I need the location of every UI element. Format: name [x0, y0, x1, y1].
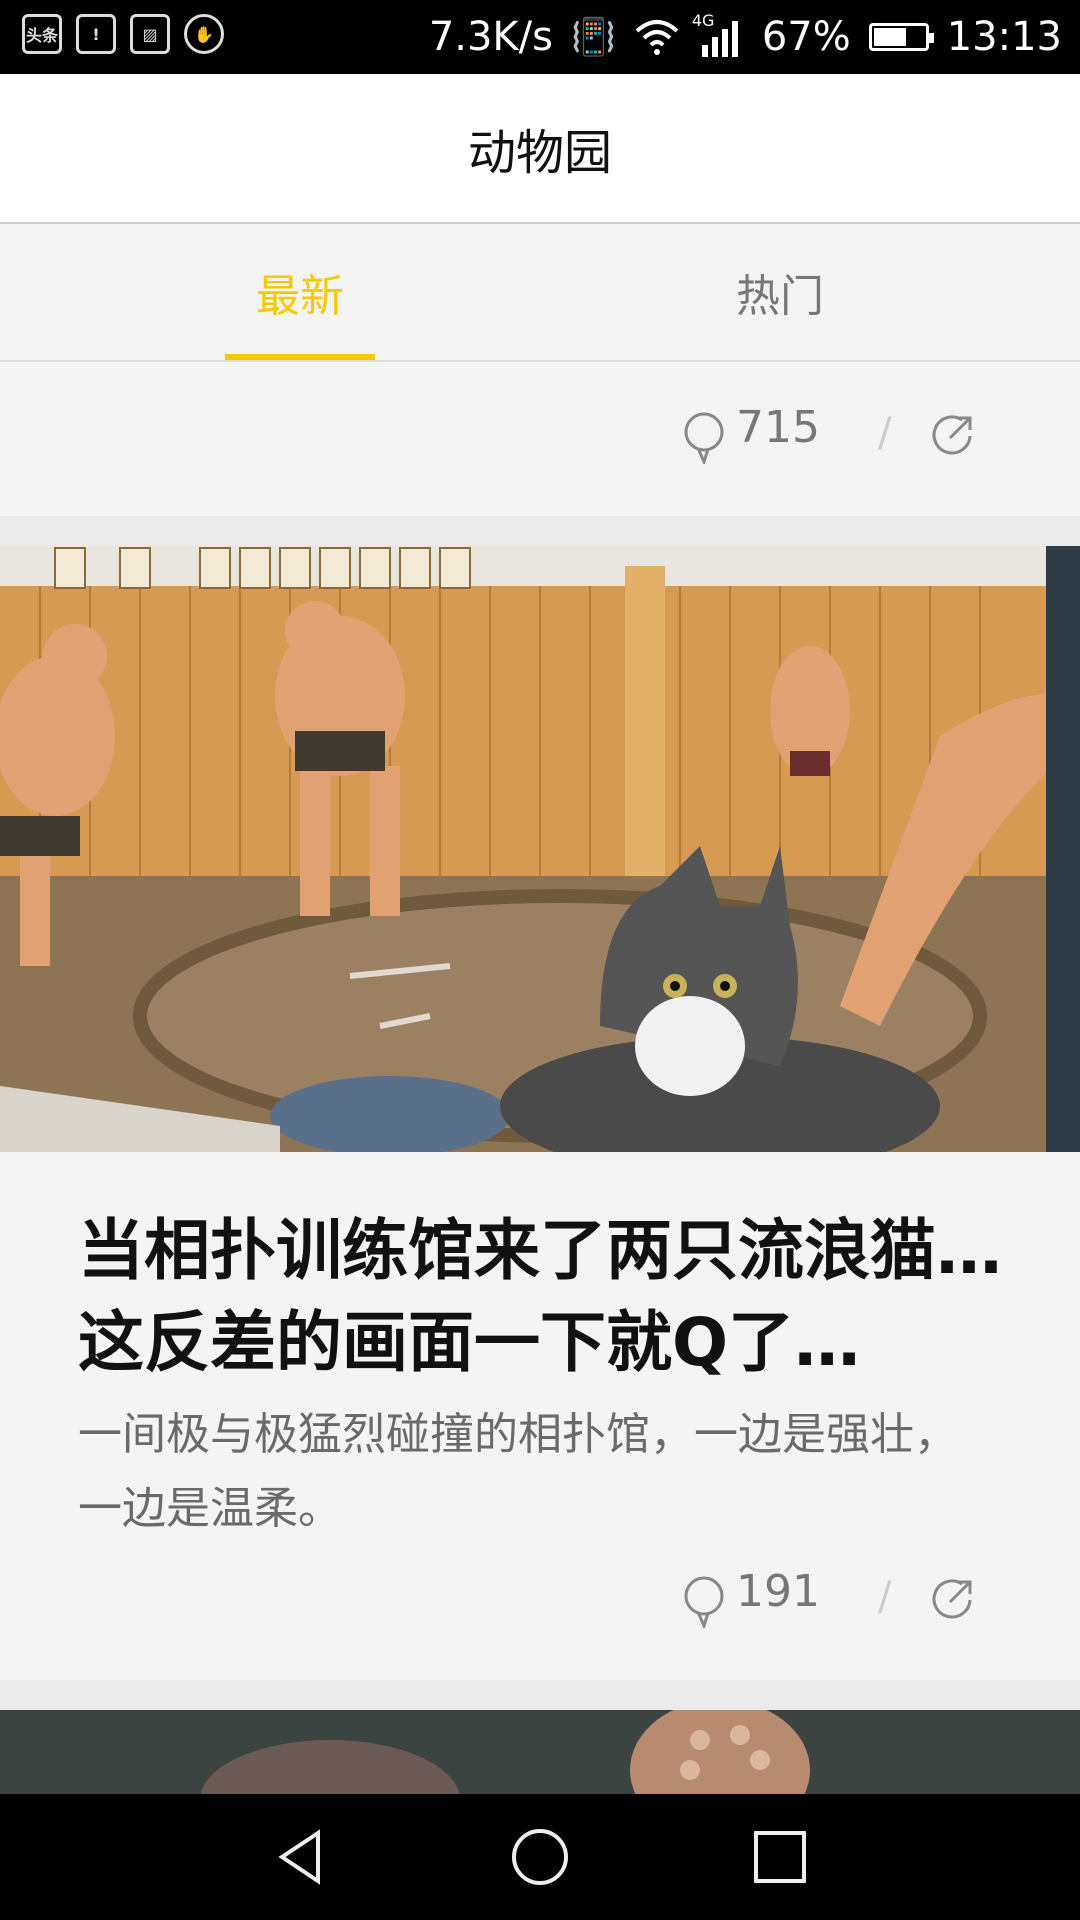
comment-count: 191	[736, 1566, 820, 1617]
share-icon[interactable]	[932, 414, 974, 456]
comment-icon[interactable]	[682, 1576, 726, 1628]
status-right: 7.3K/s 📳 4G 67% 13:13	[429, 0, 1062, 74]
image-icon: ▨	[130, 14, 170, 54]
clock: 13:13	[946, 14, 1062, 60]
article-meta: 191 /	[0, 1548, 1080, 1648]
share-icon[interactable]	[932, 1578, 974, 1620]
app-toutiao-icon: 头条	[22, 14, 62, 54]
vibrate-icon: 📳	[570, 17, 616, 58]
tab-bar: 最新 热门	[0, 224, 1080, 362]
article-image[interactable]	[0, 546, 1080, 1152]
active-tab-indicator	[225, 354, 375, 360]
back-icon[interactable]	[270, 1827, 330, 1887]
tab-hot[interactable]: 热门	[630, 224, 930, 360]
next-article-image[interactable]	[0, 1710, 1080, 1794]
article-summary[interactable]: 一间极与极猛烈碰撞的相扑馆，一边是强壮，一边是温柔。	[78, 1398, 978, 1546]
home-icon[interactable]	[510, 1827, 570, 1887]
comment-icon[interactable]	[682, 412, 726, 464]
next-article-photo	[0, 1710, 1080, 1794]
app-header: 动物园	[0, 74, 1080, 224]
tab-latest[interactable]: 最新	[150, 224, 450, 360]
battery-fill	[873, 28, 906, 46]
card-separator	[0, 516, 1080, 546]
system-nav-bar	[0, 1794, 1080, 1920]
battery-percent: 67%	[761, 14, 851, 60]
wifi-icon	[635, 20, 679, 55]
prev-item-meta: 715 /	[0, 384, 1080, 484]
comment-count: 715	[736, 402, 820, 453]
battery-icon	[868, 23, 934, 51]
status-bar: 头条 ! ▨ ✋ 7.3K/s 📳 4G 67% 13:13	[0, 0, 1080, 74]
status-left-icons: 头条 ! ▨ ✋	[22, 14, 224, 54]
recents-icon[interactable]	[750, 1827, 810, 1887]
battery-alert-icon: !	[76, 14, 116, 54]
net-speed: 7.3K/s	[428, 14, 553, 60]
article-title[interactable]: 当相扑训练馆来了两只流浪猫…这反差的画面一下就Q了…	[78, 1205, 1018, 1389]
card-separator	[0, 1680, 1080, 1710]
hand-icon: ✋	[184, 14, 224, 54]
page-title: 动物园	[467, 125, 612, 181]
signal-icon: 4G	[692, 11, 744, 59]
meta-divider: /	[878, 410, 892, 456]
article-photo	[0, 546, 1080, 1152]
meta-divider: /	[878, 1574, 892, 1620]
